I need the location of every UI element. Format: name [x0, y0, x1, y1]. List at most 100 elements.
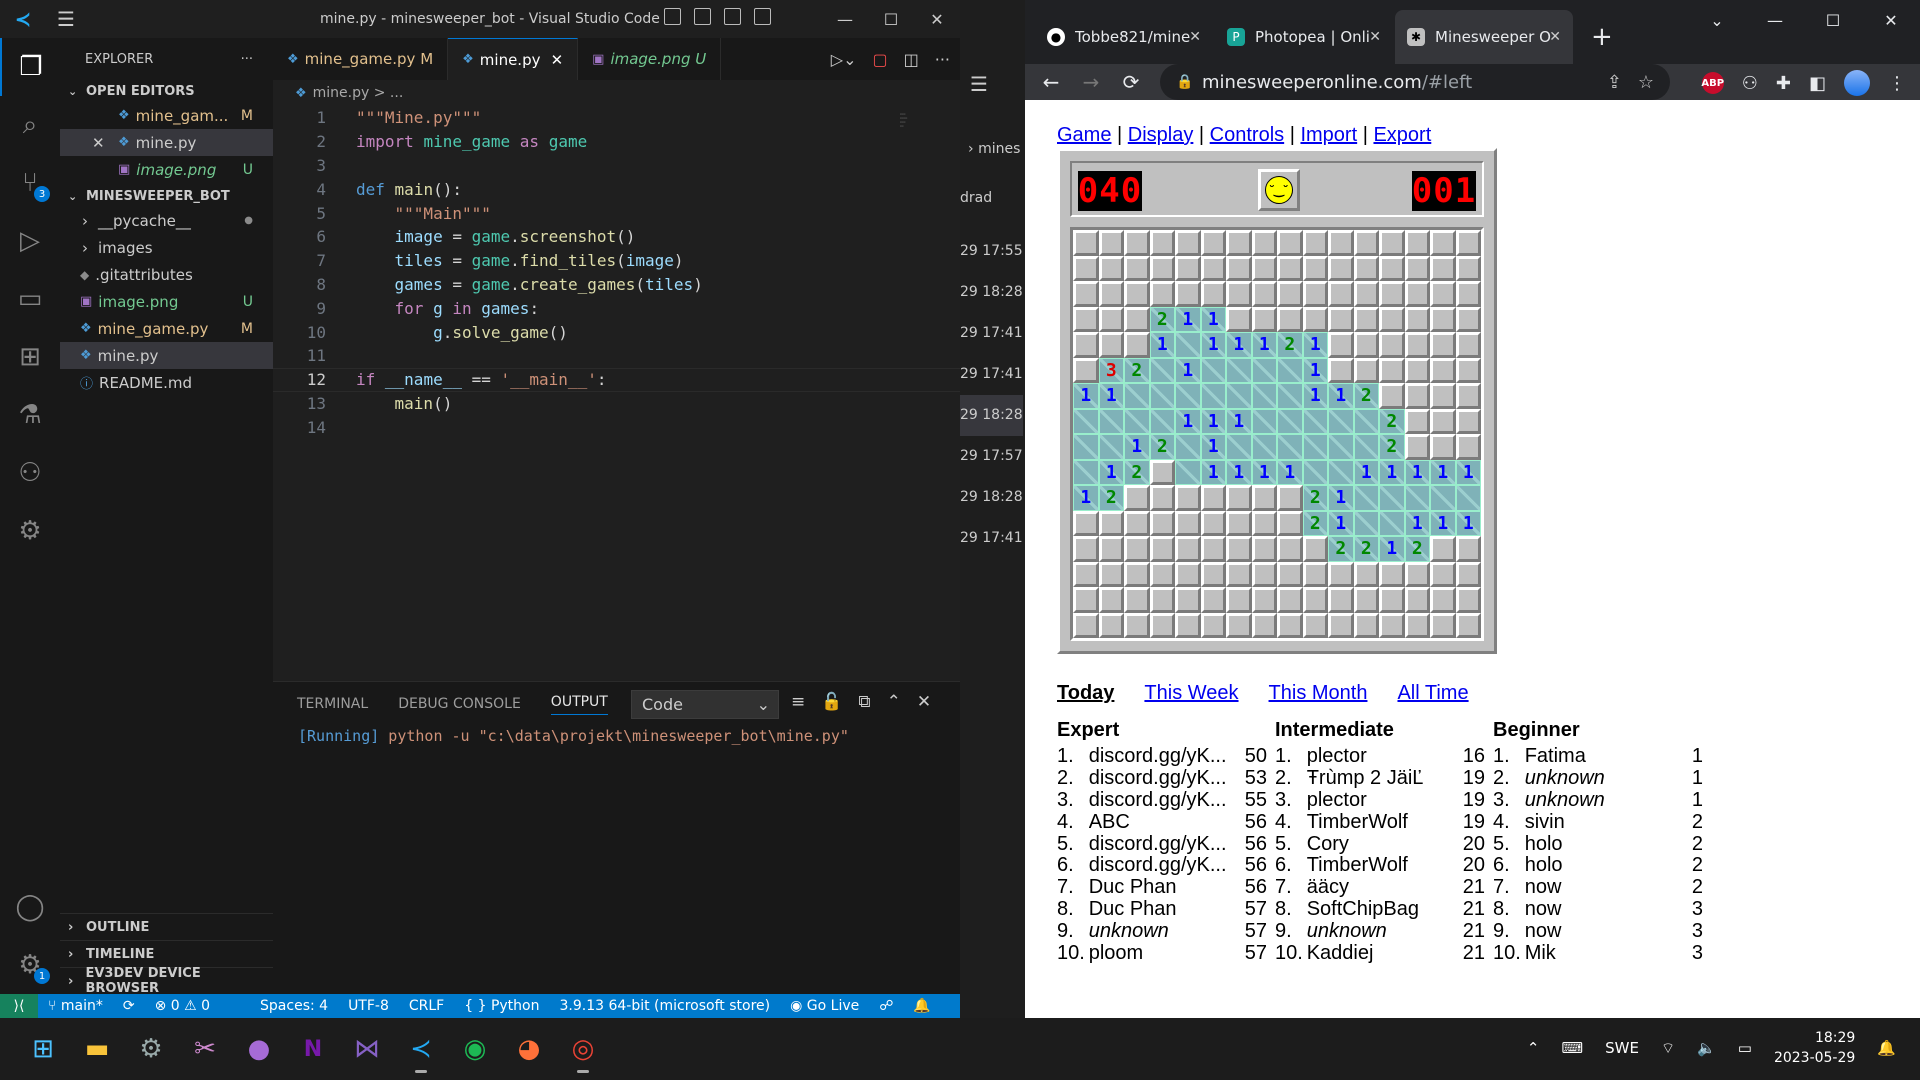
hidden-tile[interactable]: [1404, 357, 1430, 383]
file-item[interactable]: ❖ mine_game.py M: [60, 315, 273, 342]
extensions-icon[interactable]: ⊞: [0, 328, 60, 386]
hidden-tile[interactable]: [1124, 230, 1150, 256]
revealed-tile[interactable]: [1277, 383, 1303, 409]
new-tab-button[interactable]: +: [1575, 10, 1629, 64]
hidden-tile[interactable]: [1328, 561, 1354, 587]
hidden-tile[interactable]: [1379, 587, 1405, 613]
hidden-tile[interactable]: [1073, 536, 1099, 562]
hidden-tile[interactable]: [1277, 510, 1303, 536]
source-control-icon[interactable]: ⑂ 3: [0, 154, 60, 212]
hidden-tile[interactable]: [1175, 612, 1201, 638]
hidden-tile[interactable]: [1302, 612, 1328, 638]
hidden-tile[interactable]: [1073, 561, 1099, 587]
revealed-tile[interactable]: [1328, 459, 1354, 485]
hidden-tile[interactable]: [1455, 612, 1481, 638]
revealed-tile[interactable]: [1353, 434, 1379, 460]
menu-import-link[interactable]: Import: [1300, 124, 1357, 146]
hidden-tile[interactable]: [1455, 357, 1481, 383]
split-editor-icon[interactable]: ◫: [904, 50, 919, 69]
interpreter-status[interactable]: 3.9.13 64-bit (microsoft store): [559, 998, 770, 1014]
reload-icon[interactable]: ⟳: [1111, 70, 1151, 94]
hidden-tile[interactable]: [1404, 230, 1430, 256]
revealed-tile[interactable]: [1149, 383, 1175, 409]
hidden-tile[interactable]: [1175, 230, 1201, 256]
hidden-tile[interactable]: [1200, 230, 1226, 256]
hidden-tile[interactable]: [1175, 485, 1201, 511]
folder-item[interactable]: › __pycache__ ●: [60, 207, 273, 234]
toggle-secondary-sidebar-icon[interactable]: [724, 8, 741, 25]
tab-search-icon[interactable]: ⌄: [1688, 0, 1746, 40]
hidden-tile[interactable]: [1277, 612, 1303, 638]
hidden-tile[interactable]: [1328, 587, 1354, 613]
revealed-tile[interactable]: [1430, 485, 1456, 511]
hidden-tile[interactable]: [1149, 510, 1175, 536]
hidden-tile[interactable]: [1455, 332, 1481, 358]
number-tile[interactable]: 2: [1124, 459, 1150, 485]
hidden-tile[interactable]: [1277, 281, 1303, 307]
number-tile[interactable]: 1: [1251, 332, 1277, 358]
hidden-tile[interactable]: [1226, 255, 1252, 281]
hidden-tile[interactable]: [1404, 306, 1430, 332]
code-editor[interactable]: 1 """Mine.py""" 2 import mine_game as game…: [273, 106, 960, 681]
revealed-tile[interactable]: [1175, 459, 1201, 485]
hidden-tile[interactable]: [1404, 281, 1430, 307]
hidden-tile[interactable]: [1226, 281, 1252, 307]
breadcrumb[interactable]: ❖ mine.py > ...: [273, 80, 960, 106]
mine-grid[interactable]: 2111111213211111121112121212111111111122…: [1070, 227, 1484, 641]
branch-status[interactable]: ⑂ main*: [48, 998, 103, 1014]
tab-minesweeper[interactable]: ✱ Minesweeper O ✕: [1395, 10, 1573, 64]
revealed-tile[interactable]: [1226, 383, 1252, 409]
close-tab-icon[interactable]: ✕: [1189, 29, 1201, 45]
number-tile[interactable]: 1: [1226, 408, 1252, 434]
hidden-tile[interactable]: [1226, 536, 1252, 562]
hidden-tile[interactable]: [1098, 255, 1124, 281]
revealed-tile[interactable]: [1302, 434, 1328, 460]
revealed-tile[interactable]: [1353, 510, 1379, 536]
hidden-tile[interactable]: [1175, 561, 1201, 587]
hidden-tile[interactable]: [1404, 255, 1430, 281]
maximize-button[interactable]: ☐: [1804, 0, 1862, 40]
period-today-link[interactable]: Today: [1057, 682, 1114, 705]
hidden-tile[interactable]: [1353, 561, 1379, 587]
tab-image[interactable]: ▣ image.png U: [578, 38, 722, 80]
hidden-tile[interactable]: [1277, 587, 1303, 613]
hidden-tile[interactable]: [1200, 561, 1226, 587]
hidden-tile[interactable]: [1200, 485, 1226, 511]
open-editor-item[interactable]: ✕ ❖ mine.py: [60, 129, 273, 156]
revealed-tile[interactable]: [1226, 434, 1252, 460]
open-editors-section[interactable]: ⌄ OPEN EDITORS: [60, 80, 273, 102]
hidden-tile[interactable]: [1277, 485, 1303, 511]
hidden-tile[interactable]: [1149, 230, 1175, 256]
number-tile[interactable]: 3: [1098, 357, 1124, 383]
hidden-tile[interactable]: [1098, 561, 1124, 587]
hidden-tile[interactable]: [1149, 536, 1175, 562]
search-icon[interactable]: ⌕: [0, 96, 60, 154]
hidden-tile[interactable]: [1353, 255, 1379, 281]
hidden-tile[interactable]: [1430, 255, 1456, 281]
run-icon[interactable]: ▷⌄: [831, 50, 857, 69]
hidden-tile[interactable]: [1149, 281, 1175, 307]
run-debug-icon[interactable]: ▷: [0, 212, 60, 270]
hidden-tile[interactable]: [1098, 510, 1124, 536]
hidden-tile[interactable]: [1251, 485, 1277, 511]
hidden-tile[interactable]: [1175, 281, 1201, 307]
hidden-tile[interactable]: [1328, 306, 1354, 332]
revealed-tile[interactable]: [1379, 485, 1405, 511]
file-item[interactable]: ❖ mine.py: [60, 342, 273, 369]
hidden-tile[interactable]: [1430, 357, 1456, 383]
tab-output[interactable]: OUTPUT: [550, 694, 608, 715]
number-tile[interactable]: 2: [1149, 306, 1175, 332]
open-in-editor-icon[interactable]: ⧉: [858, 692, 870, 712]
hidden-tile[interactable]: [1455, 306, 1481, 332]
hidden-tile[interactable]: [1430, 383, 1456, 409]
testing-icon[interactable]: ⚗: [0, 386, 60, 444]
number-tile[interactable]: 1: [1379, 459, 1405, 485]
number-tile[interactable]: 1: [1175, 357, 1201, 383]
revealed-tile[interactable]: [1455, 485, 1481, 511]
revealed-tile[interactable]: [1353, 485, 1379, 511]
revealed-tile[interactable]: [1098, 408, 1124, 434]
notification-bell-icon[interactable]: 🔔: [1877, 1039, 1896, 1057]
hidden-tile[interactable]: [1353, 230, 1379, 256]
revealed-tile[interactable]: [1251, 357, 1277, 383]
github-desktop-icon[interactable]: ●: [233, 1023, 285, 1075]
